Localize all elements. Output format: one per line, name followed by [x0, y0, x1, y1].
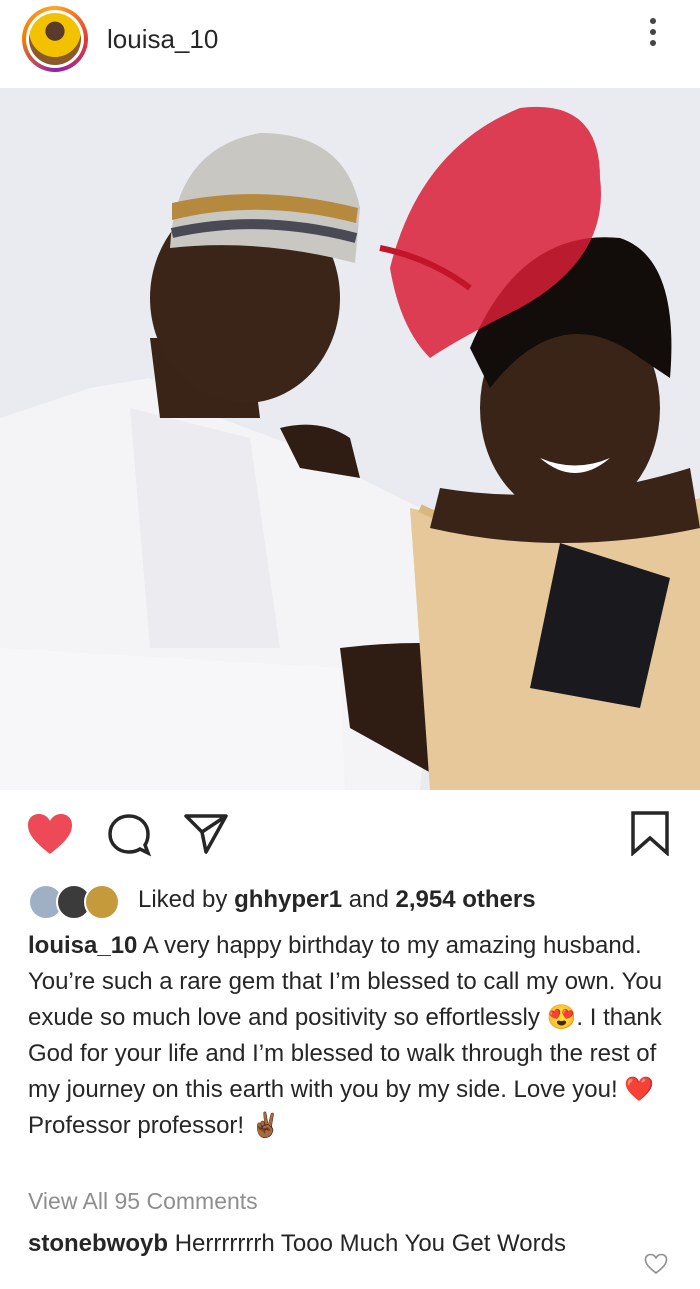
comment-username[interactable]: stonebwoyb	[28, 1230, 168, 1257]
likes-prefix: Liked by	[138, 886, 228, 913]
likes-conjunction: and	[348, 886, 389, 913]
post-actions	[0, 800, 700, 870]
liker-avatar	[84, 884, 120, 920]
post-header: louisa_10	[0, 0, 700, 88]
comment-heart-icon[interactable]	[644, 1252, 668, 1276]
share-icon[interactable]	[182, 812, 230, 856]
likes-text[interactable]: Liked by ghhyper1 and 2,954 others	[138, 886, 536, 914]
comment-icon[interactable]	[106, 812, 152, 858]
post-caption: louisa_10 A very happy birthday to my am…	[28, 928, 676, 1144]
profile-avatar[interactable]	[22, 6, 88, 72]
caption-username[interactable]: louisa_10	[28, 932, 137, 959]
liker-username[interactable]: ghhyper1	[234, 886, 342, 913]
likes-others[interactable]: 2,954 others	[395, 886, 535, 913]
comment-text: Herrrrrrrh Tooo Much You Get Words	[174, 1230, 566, 1257]
bookmark-icon[interactable]	[630, 810, 670, 856]
victory-hand-emoji: ✌🏾	[250, 1112, 281, 1139]
avatar-photo	[29, 13, 81, 65]
heart-icon[interactable]	[26, 812, 74, 856]
avatar-ring-gap	[26, 10, 84, 68]
comment-item: stonebwoyb Herrrrrrrh Tooo Much You Get …	[28, 1226, 628, 1262]
post-photo[interactable]	[0, 88, 700, 790]
post-photo-illustration	[0, 88, 700, 790]
caption-text-3: Professor professor!	[28, 1112, 251, 1139]
liker-avatars[interactable]	[28, 884, 128, 920]
view-all-comments-link[interactable]: View All 95 Comments	[28, 1188, 258, 1215]
more-options-icon[interactable]	[646, 18, 660, 58]
heart-eyes-emoji: 😍	[546, 1004, 577, 1031]
post-username[interactable]: louisa_10	[107, 24, 218, 55]
red-heart-emoji: ❤️	[624, 1076, 655, 1103]
